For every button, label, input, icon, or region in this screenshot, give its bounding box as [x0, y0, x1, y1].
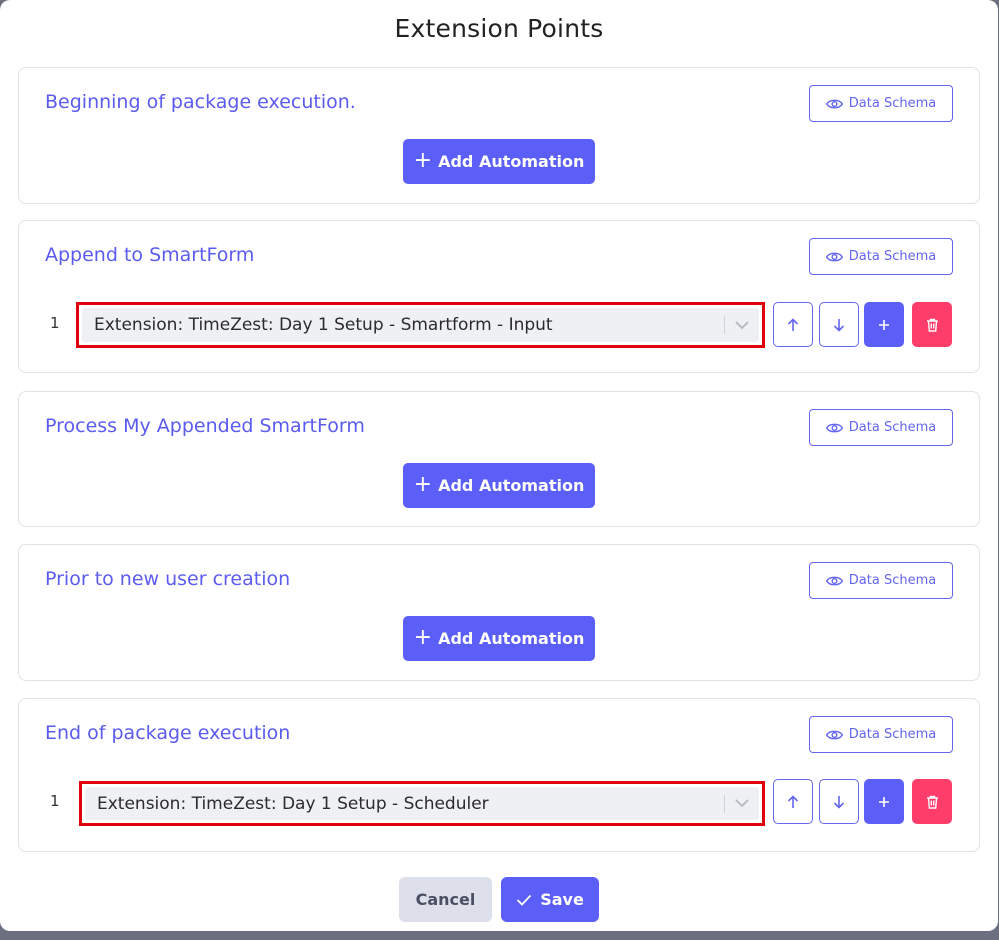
save-button[interactable]: Save: [501, 877, 599, 922]
section-title: Prior to new user creation: [45, 568, 291, 590]
data-schema-label: Data Schema: [848, 249, 937, 264]
section-end-of-package: End of package execution Data Schema 1 E…: [18, 698, 980, 852]
arrow-up-icon: [787, 317, 799, 331]
arrow-down-icon: [833, 795, 845, 809]
data-schema-button[interactable]: Data Schema: [809, 562, 953, 599]
eye-icon: [825, 576, 843, 585]
move-up-button[interactable]: [773, 302, 813, 347]
automation-select[interactable]: Extension: TimeZest: Day 1 Setup - Sched…: [85, 787, 759, 820]
add-row-button[interactable]: [864, 779, 904, 824]
add-automation-label: Add Automation: [438, 152, 585, 171]
add-automation-label: Add Automation: [438, 629, 585, 648]
arrow-up-icon: [787, 794, 799, 808]
data-schema-label: Data Schema: [848, 727, 937, 742]
automation-select-highlight: Extension: TimeZest: Day 1 Setup - Sched…: [79, 781, 765, 826]
section-title: Beginning of package execution.: [45, 91, 356, 113]
add-automation-label: Add Automation: [438, 476, 585, 495]
trash-icon: [926, 318, 938, 332]
extension-points-modal: Extension Points Beginning of package ex…: [0, 0, 998, 931]
automation-select-value: Extension: TimeZest: Day 1 Setup - Smart…: [94, 315, 553, 335]
row-index: 1: [50, 792, 60, 810]
trash-icon: [926, 795, 938, 809]
chevron-down-icon[interactable]: [725, 799, 759, 808]
eye-icon: [825, 423, 843, 432]
automation-select-value: Extension: TimeZest: Day 1 Setup - Sched…: [97, 793, 489, 814]
move-up-button[interactable]: [773, 779, 813, 824]
add-automation-button[interactable]: + Add Automation: [403, 463, 595, 508]
move-down-button[interactable]: [819, 302, 859, 347]
section-process-appended-smartform: Process My Appended SmartForm Data Schem…: [18, 391, 980, 527]
delete-row-button[interactable]: [912, 302, 952, 347]
section-beginning-of-package: Beginning of package execution. Data Sch…: [18, 67, 980, 204]
plus-icon: +: [413, 624, 433, 650]
add-automation-button[interactable]: + Add Automation: [403, 616, 595, 661]
check-icon: [517, 894, 532, 906]
section-prior-to-user-creation: Prior to new user creation Data Schema +…: [18, 544, 980, 681]
modal-title: Extension Points: [394, 14, 604, 43]
data-schema-button[interactable]: Data Schema: [809, 85, 953, 122]
eye-icon: [825, 252, 843, 261]
data-schema-button[interactable]: Data Schema: [809, 409, 953, 446]
move-down-button[interactable]: [819, 779, 859, 824]
section-title: Append to SmartForm: [45, 244, 255, 266]
data-schema-label: Data Schema: [848, 573, 937, 588]
section-title: End of package execution: [45, 722, 291, 744]
cancel-button[interactable]: Cancel: [399, 877, 492, 922]
section-append-to-smartform: Append to SmartForm Data Schema 1 Extens…: [18, 220, 980, 373]
row-index: 1: [50, 314, 60, 332]
chevron-down-icon[interactable]: [725, 320, 759, 330]
data-schema-label: Data Schema: [848, 96, 937, 111]
data-schema-button[interactable]: Data Schema: [809, 238, 953, 275]
automation-select-highlight: Extension: TimeZest: Day 1 Setup - Smart…: [76, 302, 765, 348]
save-label: Save: [540, 890, 584, 909]
plus-icon: [879, 796, 889, 807]
data-schema-label: Data Schema: [848, 420, 937, 435]
automation-select[interactable]: Extension: TimeZest: Day 1 Setup - Smart…: [82, 308, 759, 342]
add-row-button[interactable]: [864, 302, 904, 347]
plus-icon: +: [413, 471, 433, 497]
section-title: Process My Appended SmartForm: [45, 415, 365, 437]
plus-icon: +: [413, 147, 433, 173]
data-schema-button[interactable]: Data Schema: [809, 716, 953, 753]
add-automation-button[interactable]: + Add Automation: [403, 139, 595, 184]
plus-icon: [879, 319, 889, 330]
arrow-down-icon: [833, 318, 845, 332]
eye-icon: [825, 99, 843, 108]
eye-icon: [825, 730, 843, 739]
delete-row-button[interactable]: [912, 779, 952, 824]
